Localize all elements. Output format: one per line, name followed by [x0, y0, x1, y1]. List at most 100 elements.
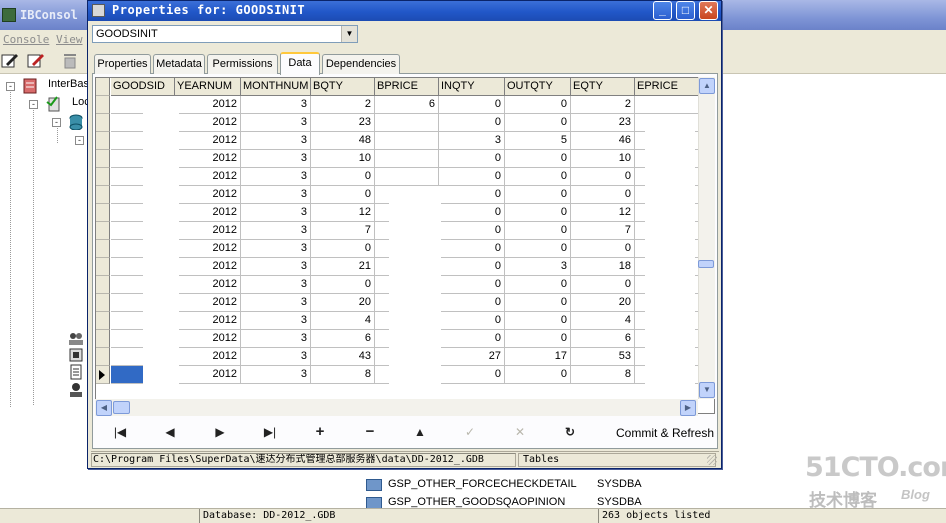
grid-cell-outqty[interactable]: 5	[505, 132, 571, 150]
data-grid[interactable]: GOODSID YEARNUM MONTHNUM BQTY BPRICE INQTY OUT…	[95, 77, 715, 414]
grid-cell-bqty[interactable]: 0	[311, 186, 375, 204]
row-indicator[interactable]	[96, 168, 110, 186]
grid-cell-yearnum[interactable]: 2012	[175, 240, 241, 258]
grid-cell-bprice[interactable]: 6	[375, 96, 439, 114]
grid-cell-monthnum[interactable]: 3	[241, 114, 311, 132]
grid-cell-bqty[interactable]: 2	[311, 96, 375, 114]
prior-record-icon[interactable]: ◀	[159, 423, 181, 441]
grid-cell-bprice[interactable]	[375, 114, 439, 132]
resize-grip-icon[interactable]	[707, 455, 717, 465]
grid-cell-outqty[interactable]: 0	[505, 150, 571, 168]
insert-record-icon[interactable]: +	[309, 423, 331, 441]
grid-cell-eqty[interactable]: 23	[571, 114, 635, 132]
grid-cell-eqty[interactable]: 0	[571, 168, 635, 186]
column-header-yearnum[interactable]: YEARNUM	[175, 78, 241, 96]
vertical-scroll-thumb[interactable]	[698, 260, 714, 268]
dialog-titlebar[interactable]: Properties for: GOODSINIT _ □ ✕	[88, 1, 721, 21]
grid-cell-bqty[interactable]: 4	[311, 312, 375, 330]
tree-collapse-toggle[interactable]: -	[6, 82, 15, 91]
list-item-name[interactable]: GSP_OTHER_FORCECHECKDETAIL	[388, 478, 577, 490]
grid-cell-inqty[interactable]: 0	[439, 258, 505, 276]
tab-metadata[interactable]: Metadata	[153, 54, 205, 74]
grid-cell-outqty[interactable]: 0	[505, 366, 571, 384]
delete-icon[interactable]	[60, 52, 80, 70]
grid-cell-outqty[interactable]: 0	[505, 168, 571, 186]
edit-record-icon[interactable]: ▲	[409, 423, 431, 441]
grid-cell-monthnum[interactable]: 3	[241, 150, 311, 168]
grid-cell-bqty[interactable]: 6	[311, 330, 375, 348]
grid-cell-outqty[interactable]: 0	[505, 204, 571, 222]
column-header-bprice[interactable]: BPRICE	[375, 78, 439, 96]
grid-cell-bprice[interactable]	[375, 150, 439, 168]
row-indicator[interactable]	[96, 348, 110, 366]
grid-cell-bqty[interactable]: 21	[311, 258, 375, 276]
grid-cell-inqty[interactable]: 0	[439, 114, 505, 132]
grid-cell-inqty[interactable]: 0	[439, 366, 505, 384]
grid-cell-monthnum[interactable]: 3	[241, 96, 311, 114]
grid-cell-inqty[interactable]: 0	[439, 168, 505, 186]
grid-cell-inqty[interactable]: 0	[439, 240, 505, 258]
column-header-goodsid[interactable]: GOODSID	[111, 78, 175, 96]
cancel-edit-icon[interactable]: ✕	[509, 423, 531, 441]
grid-cell-inqty[interactable]: 0	[439, 276, 505, 294]
grid-cell-eqty[interactable]: 7	[571, 222, 635, 240]
scroll-right-icon[interactable]: ▶	[680, 400, 696, 416]
grid-cell-bqty[interactable]: 0	[311, 240, 375, 258]
maximize-button[interactable]: □	[676, 1, 695, 20]
scroll-down-icon[interactable]: ▼	[699, 382, 715, 398]
column-header-inqty[interactable]: INQTY	[439, 78, 505, 96]
grid-cell-outqty[interactable]: 17	[505, 348, 571, 366]
grid-cell-outqty[interactable]: 3	[505, 258, 571, 276]
grid-cell-monthnum[interactable]: 3	[241, 294, 311, 312]
vertical-scrollbar[interactable]	[698, 77, 715, 399]
grid-cell-yearnum[interactable]: 2012	[175, 150, 241, 168]
grid-cell-bqty[interactable]: 7	[311, 222, 375, 240]
next-record-icon[interactable]: ▶	[209, 423, 231, 441]
grid-cell-inqty[interactable]: 0	[439, 294, 505, 312]
horizontal-scrollbar[interactable]	[95, 399, 698, 416]
grid-cell-outqty[interactable]: 0	[505, 312, 571, 330]
row-indicator[interactable]	[96, 96, 110, 114]
row-indicator[interactable]	[96, 132, 110, 150]
grid-cell-monthnum[interactable]: 3	[241, 330, 311, 348]
grid-cell-eqty[interactable]: 53	[571, 348, 635, 366]
column-header-monthnum[interactable]: MONTHNUM	[241, 78, 311, 96]
grid-cell-bqty[interactable]: 10	[311, 150, 375, 168]
grid-cell-monthnum[interactable]: 3	[241, 240, 311, 258]
grid-cell-inqty[interactable]: 0	[439, 96, 505, 114]
grid-cell-yearnum[interactable]: 2012	[175, 186, 241, 204]
grid-cell-outqty[interactable]: 0	[505, 222, 571, 240]
grid-cell-outqty[interactable]: 0	[505, 276, 571, 294]
edit-icon[interactable]	[0, 52, 20, 70]
grid-cell-monthnum[interactable]: 3	[241, 132, 311, 150]
grid-cell-monthnum[interactable]: 3	[241, 348, 311, 366]
grid-cell-inqty[interactable]: 27	[439, 348, 505, 366]
grid-cell-eqty[interactable]: 46	[571, 132, 635, 150]
minimize-button[interactable]: _	[653, 1, 672, 20]
grid-cell-yearnum[interactable]: 2012	[175, 312, 241, 330]
grid-cell-eqty[interactable]: 6	[571, 330, 635, 348]
grid-cell-inqty[interactable]: 0	[439, 204, 505, 222]
grid-cell-monthnum[interactable]: 3	[241, 168, 311, 186]
grid-cell-monthnum[interactable]: 3	[241, 258, 311, 276]
grid-cell-eqty[interactable]: 2	[571, 96, 635, 114]
post-edit-icon[interactable]: ✓	[459, 423, 481, 441]
column-header-bqty[interactable]: BQTY	[311, 78, 375, 96]
grid-cell-eprice[interactable]	[635, 96, 699, 114]
grid-cell-eqty[interactable]: 10	[571, 150, 635, 168]
chevron-down-icon[interactable]: ▼	[341, 26, 357, 42]
row-indicator[interactable]	[96, 240, 110, 258]
grid-cell-monthnum[interactable]: 3	[241, 366, 311, 384]
grid-cell-bqty[interactable]: 23	[311, 114, 375, 132]
grid-cell-eqty[interactable]: 12	[571, 204, 635, 222]
grid-cell-inqty[interactable]: 0	[439, 222, 505, 240]
column-header-outqty[interactable]: OUTQTY	[505, 78, 571, 96]
grid-cell-yearnum[interactable]: 2012	[175, 132, 241, 150]
grid-cell-monthnum[interactable]: 3	[241, 312, 311, 330]
grid-cell-monthnum[interactable]: 3	[241, 222, 311, 240]
delete-record-icon[interactable]: −	[359, 423, 381, 441]
grid-cell-bprice[interactable]	[375, 132, 439, 150]
list-item-name[interactable]: GSP_OTHER_GOODSQAOPINION	[388, 496, 565, 508]
grid-cell-eqty[interactable]: 0	[571, 240, 635, 258]
grid-cell-yearnum[interactable]: 2012	[175, 294, 241, 312]
